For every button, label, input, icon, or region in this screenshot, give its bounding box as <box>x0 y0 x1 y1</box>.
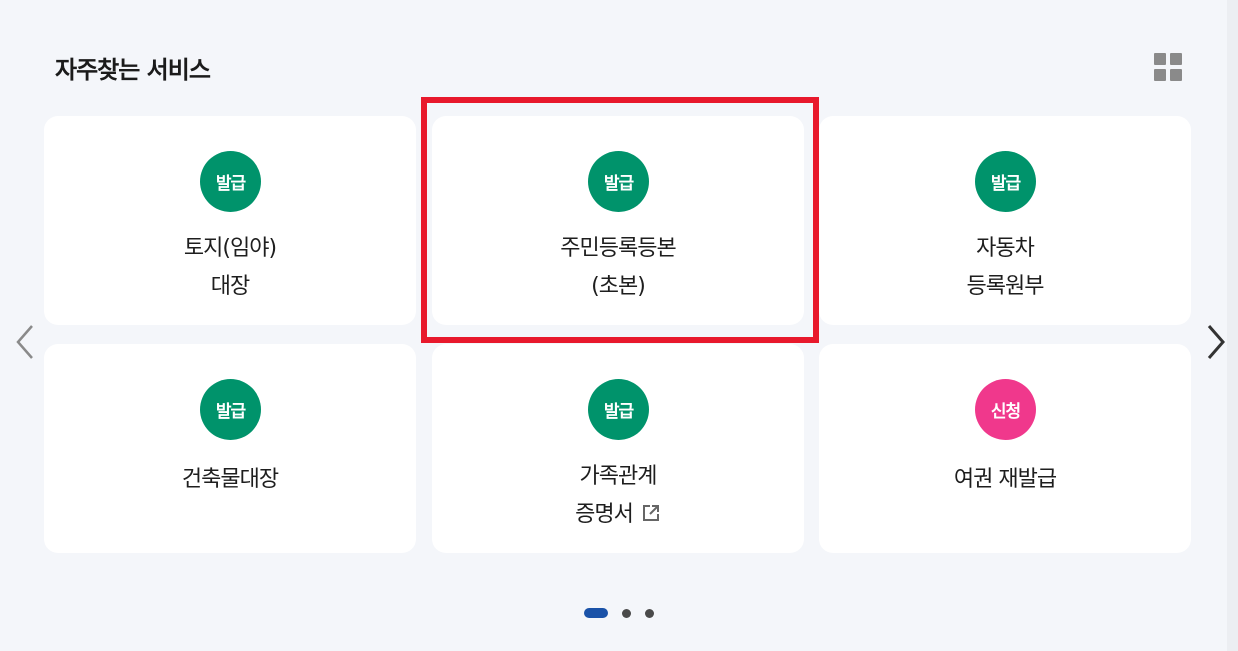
chevron-right-icon[interactable] <box>1203 322 1229 362</box>
section-title: 자주찾는 서비스 <box>55 56 211 84</box>
issue-badge: 발급 <box>200 379 261 440</box>
chevron-left-icon[interactable] <box>12 322 38 362</box>
grid-view-icon[interactable] <box>1154 53 1182 81</box>
page-dot-2[interactable] <box>622 608 631 618</box>
issue-badge: 발급 <box>975 151 1036 212</box>
issue-badge: 발급 <box>588 151 649 212</box>
service-label: 토지(임야) 대장 <box>183 236 277 299</box>
service-card-vehicle-register[interactable]: 발급 자동차 등록원부 <box>819 116 1191 325</box>
service-label: 자동차 등록원부 <box>966 236 1045 299</box>
external-link-icon <box>642 505 659 521</box>
page-dot-1[interactable] <box>584 608 608 618</box>
service-card-land-register[interactable]: 발급 토지(임야) 대장 <box>44 116 416 325</box>
service-label: 건축물대장 <box>181 467 279 492</box>
service-label: 가족관계 증명서 <box>432 458 804 534</box>
service-label: 주민등록등본 (초본) <box>560 236 676 299</box>
service-card-resident-registration[interactable]: 발급 주민등록등본 (초본) <box>432 116 804 325</box>
carousel-pagination <box>584 608 654 618</box>
service-label: 여권 재발급 <box>953 467 1057 492</box>
issue-badge: 발급 <box>588 379 649 440</box>
service-card-passport-reissue[interactable]: 신청 여권 재발급 <box>819 344 1191 553</box>
service-card-family-relation[interactable]: 발급 가족관계 증명서 <box>432 344 804 553</box>
issue-badge: 발급 <box>200 151 261 212</box>
apply-badge: 신청 <box>975 379 1036 440</box>
page-dot-3[interactable] <box>645 608 654 618</box>
service-card-building-register[interactable]: 발급 건축물대장 <box>44 344 416 553</box>
